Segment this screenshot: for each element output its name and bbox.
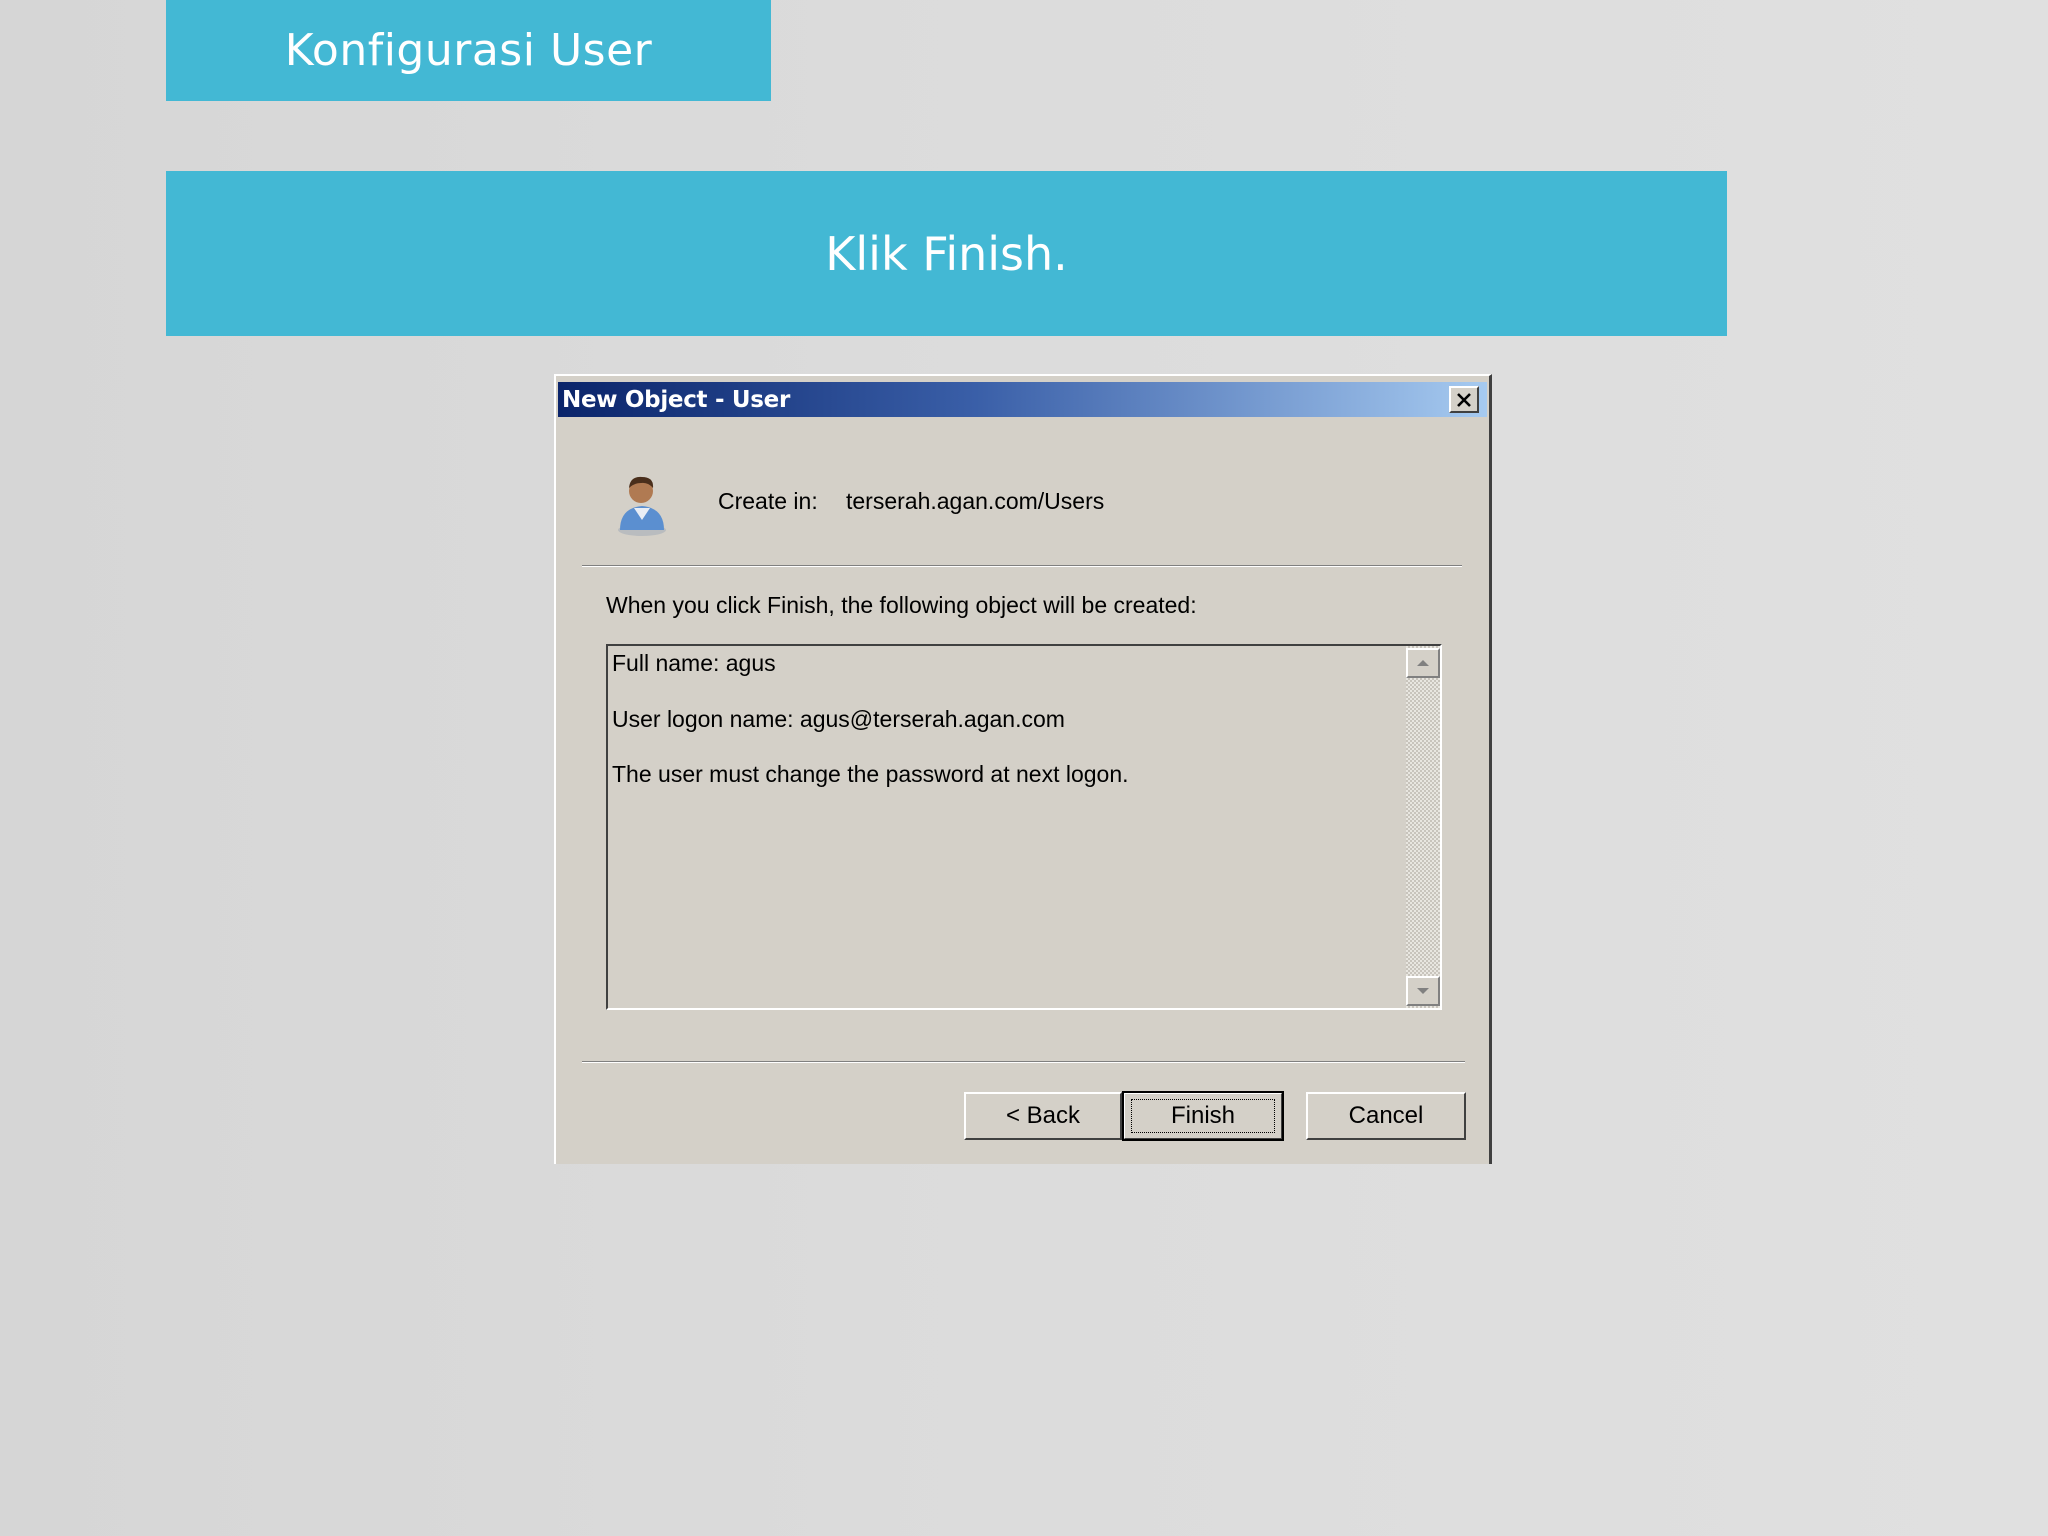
instruction-banner: Klik Finish. [166,171,1727,336]
close-button[interactable] [1449,386,1479,413]
scroll-down-button[interactable] [1406,976,1440,1006]
summary-password-note: The user must change the password at nex… [612,761,1129,787]
user-icon [618,476,666,536]
finish-button[interactable]: Finish [1122,1091,1284,1141]
close-icon [1457,392,1471,407]
cancel-button[interactable]: Cancel [1306,1092,1466,1140]
create-in-path: terserah.agan.com/Users [846,488,1105,514]
finish-button-label: Finish [1131,1099,1275,1133]
dialog-titlebar[interactable]: New Object - User [558,382,1487,417]
arrow-up-icon [1417,660,1429,666]
slide-title: Konfigurasi User [284,25,653,76]
scroll-up-button[interactable] [1406,648,1440,678]
back-button[interactable]: < Back [964,1092,1122,1140]
arrow-down-icon [1417,988,1429,994]
create-in-label: Create in: [718,488,818,514]
summary-full-name: Full name: agus [612,650,776,676]
new-object-user-dialog: New Object - User Create in: terserah.ag… [554,374,1492,1164]
slide-title-banner: Konfigurasi User [166,0,771,101]
summary-logon-name: User logon name: agus@terserah.agan.com [612,706,1065,732]
summary-textbox[interactable]: Full name: agus User logon name: agus@te… [606,644,1442,1010]
vertical-scrollbar[interactable] [1406,646,1440,1008]
top-separator [582,565,1462,567]
bottom-separator [582,1061,1465,1063]
dialog-title: New Object - User [562,387,790,413]
instruction-text: Klik Finish. [825,226,1068,281]
summary-heading: When you click Finish, the following obj… [606,592,1197,618]
